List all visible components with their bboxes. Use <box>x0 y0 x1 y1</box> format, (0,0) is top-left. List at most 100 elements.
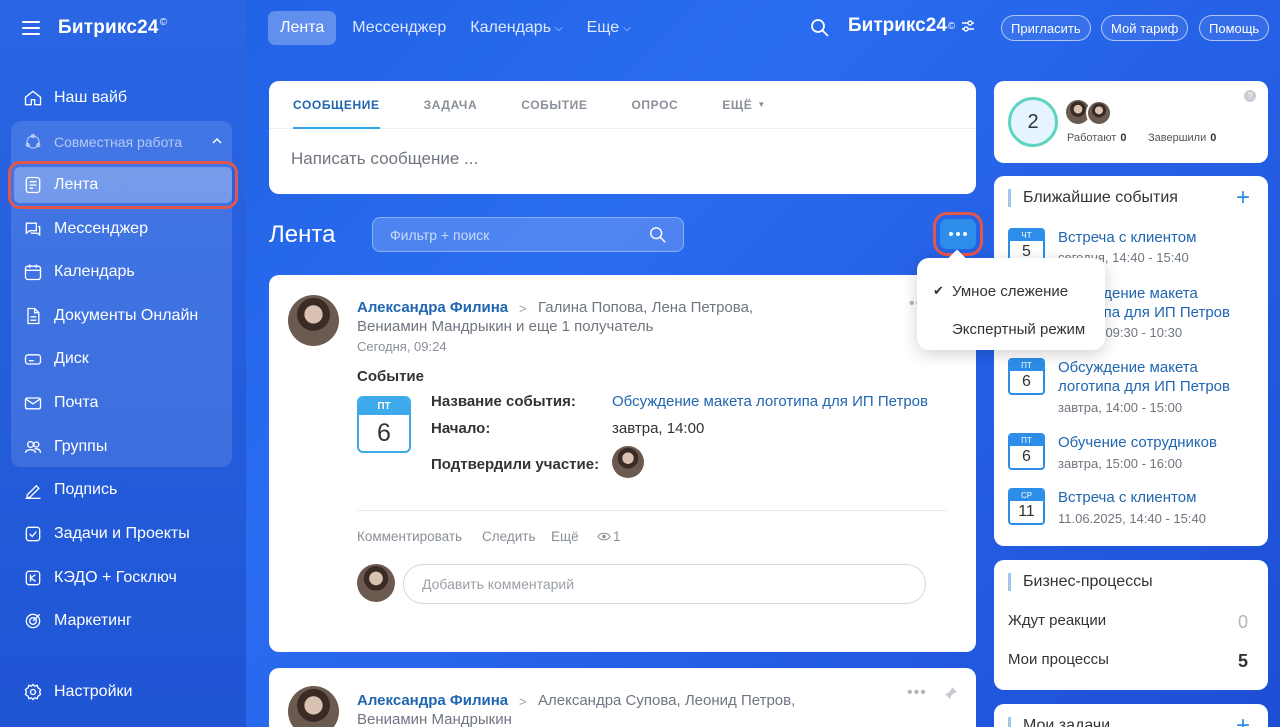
sidebar-item-our-vibe[interactable]: Наш вайб <box>14 80 232 116</box>
task-icon <box>22 523 44 545</box>
message-input[interactable]: Написать сообщение ... <box>269 129 976 169</box>
filter-search-input[interactable]: Фильтр + поиск <box>372 217 684 252</box>
menu-item-expert-mode[interactable]: Экспертный режим <box>917 310 1105 348</box>
event-time: завтра, 14:00 - 15:00 <box>1058 400 1183 415</box>
more-link[interactable]: Ещё <box>551 529 579 544</box>
participant-avatar[interactable] <box>612 446 644 478</box>
bp-row-mine[interactable]: Мои процессы 5 <box>1008 651 1248 672</box>
search-icon[interactable] <box>810 18 830 38</box>
avatar[interactable] <box>288 686 339 727</box>
post-recipients-more[interactable]: Вениамин Мандрыкин и еще 1 получатель <box>357 318 653 335</box>
disk-icon <box>22 348 44 370</box>
tab-messenger[interactable]: Мессенджер <box>340 11 458 45</box>
sidebar-header: Битрикс24© <box>0 0 246 56</box>
event-name-link[interactable]: Обсуждение макета логотипа для ИП Петров <box>612 393 928 410</box>
sidebar-item-sign[interactable]: Подпись <box>14 472 232 508</box>
composer-tab-label: ЗАДАЧА <box>423 97 478 112</box>
chevron-up-icon[interactable] <box>212 136 222 146</box>
event-title[interactable]: Обсуждение макета логотипа для ИП Петров <box>1058 358 1258 396</box>
comment-input[interactable]: Добавить комментарий <box>403 564 926 604</box>
add-task-button[interactable]: + <box>1236 712 1250 727</box>
sidebar-item-tasks[interactable]: Задачи и Проекты <box>14 516 232 552</box>
tab-calendar[interactable]: Календарь ⌵ <box>458 11 574 45</box>
sidebar-item-settings[interactable]: Настройки <box>14 674 232 710</box>
sidebar-item-messenger[interactable]: Мессенджер <box>14 211 232 247</box>
event-weekday: СР <box>1010 490 1043 501</box>
menu-item-smart-follow[interactable]: ✔ Умное слежение <box>917 272 1105 310</box>
avatar[interactable] <box>288 295 339 346</box>
event-day: 11 <box>1018 503 1035 520</box>
my-plan-button[interactable]: Мой тариф <box>1101 15 1189 41</box>
invite-button[interactable]: Пригласить <box>1001 15 1091 41</box>
menu-item-label: Умное слежение <box>952 282 1069 300</box>
post-author[interactable]: Александра Филина <box>357 692 508 709</box>
menu-item-label: Экспертный режим <box>952 320 1086 338</box>
chat-icon <box>22 218 44 240</box>
sidebar-item-label: Настройки <box>54 683 133 700</box>
composer-tab-task[interactable]: ЗАДАЧА <box>424 81 478 128</box>
composer-tab-message[interactable]: СООБЩЕНИЕ <box>293 81 380 129</box>
event-title[interactable]: Встреча с клиентом <box>1058 488 1258 507</box>
bp-row-awaiting[interactable]: Ждут реакции 0 <box>1008 612 1248 633</box>
sidebar-group-collab[interactable]: Совместная работа <box>14 124 232 160</box>
sidebar-item-documents[interactable]: Документы Онлайн <box>14 298 232 334</box>
widget-title[interactable]: Мои задачи <box>1008 717 1110 727</box>
event-title[interactable]: Обучение сотрудников <box>1058 433 1258 452</box>
sidebar-item-label: Мессенджер <box>54 220 148 237</box>
pin-icon[interactable] <box>944 686 958 700</box>
event-day: 6 <box>1022 373 1031 390</box>
composer-tab-more[interactable]: ЕЩЁ ▼ <box>722 81 766 128</box>
views-counter: 1 <box>597 529 621 544</box>
sidebar-item-calendar[interactable]: Календарь <box>14 254 232 290</box>
my-tasks-widget: Мои задачи + <box>994 704 1268 727</box>
event-time: 11.06.2025, 14:40 - 15:40 <box>1058 511 1206 526</box>
event-date-icon: ПТ 6 <box>1008 433 1045 470</box>
bp-count: 0 <box>1237 612 1248 632</box>
sidebar-item-kedo[interactable]: КЭДО + Госключ <box>14 560 232 596</box>
sidebar-item-feed[interactable]: Лента <box>8 161 238 209</box>
menu-icon[interactable] <box>22 21 40 35</box>
top-logo[interactable]: Битрикс24 © <box>848 15 975 37</box>
sidebar-item-marketing[interactable]: Маркетинг <box>14 603 232 639</box>
sidebar-item-label: Документы Онлайн <box>54 307 199 324</box>
logo-text: Битрикс24 <box>58 17 159 38</box>
help-icon[interactable]: ? <box>1244 90 1256 102</box>
home-icon <box>22 87 44 109</box>
logo[interactable]: Битрикс24© <box>58 17 167 39</box>
post-recipients-more[interactable]: Вениамин Мандрыкин <box>357 711 512 727</box>
post-author[interactable]: Александра Филина <box>357 299 508 316</box>
post-recipients[interactable]: Александра Супова, Леонид Петров, <box>538 692 795 709</box>
feed-post: Александра Филина > Александра Супова, Л… <box>269 668 976 727</box>
sidebar-item-label: КЭДО + Госключ <box>54 569 177 586</box>
done-stat: Завершили 0 <box>1148 132 1216 144</box>
search-icon[interactable] <box>649 226 667 244</box>
widget-title[interactable]: Ближайшие события <box>1008 189 1178 207</box>
add-event-button[interactable]: + <box>1236 184 1250 212</box>
my-plan-button-label: Мой тариф <box>1111 20 1179 36</box>
employee-avatar[interactable] <box>1086 100 1112 126</box>
key-icon <box>22 567 44 589</box>
post-time[interactable]: Сегодня, 09:24 <box>357 339 447 354</box>
event-title[interactable]: Встреча с клиентом <box>1058 228 1258 247</box>
composer-tab-poll[interactable]: ОПРОС <box>631 81 678 128</box>
chevron-right-icon: > <box>519 694 527 709</box>
sidebar-item-groups[interactable]: Группы <box>14 429 232 465</box>
post-recipients[interactable]: Галина Попова, Лена Петрова, <box>538 299 753 316</box>
event-weekday: ПТ <box>1010 435 1043 446</box>
check-icon: ✔ <box>933 283 944 298</box>
comment-link[interactable]: Комментировать <box>357 529 462 544</box>
invite-button-label: Пригласить <box>1011 20 1081 36</box>
help-button[interactable]: Помощь <box>1199 15 1270 41</box>
tab-more[interactable]: Еще ⌵ <box>575 11 643 45</box>
active-count[interactable]: 2 <box>1008 97 1058 147</box>
event-weekday: ПТ <box>1010 360 1043 371</box>
widget-title[interactable]: Бизнес-процессы <box>1008 573 1153 591</box>
sliders-icon[interactable] <box>961 19 975 33</box>
tab-feed[interactable]: Лента <box>268 11 337 45</box>
sidebar-item-disk[interactable]: Диск <box>14 341 232 377</box>
feed-more-button[interactable] <box>933 212 983 256</box>
follow-link[interactable]: Следить <box>482 529 535 544</box>
sidebar-item-mail[interactable]: Почта <box>14 385 232 421</box>
post-menu-icon[interactable]: ••• <box>907 684 927 702</box>
composer-tab-event[interactable]: СОБЫТИЕ <box>521 81 587 128</box>
